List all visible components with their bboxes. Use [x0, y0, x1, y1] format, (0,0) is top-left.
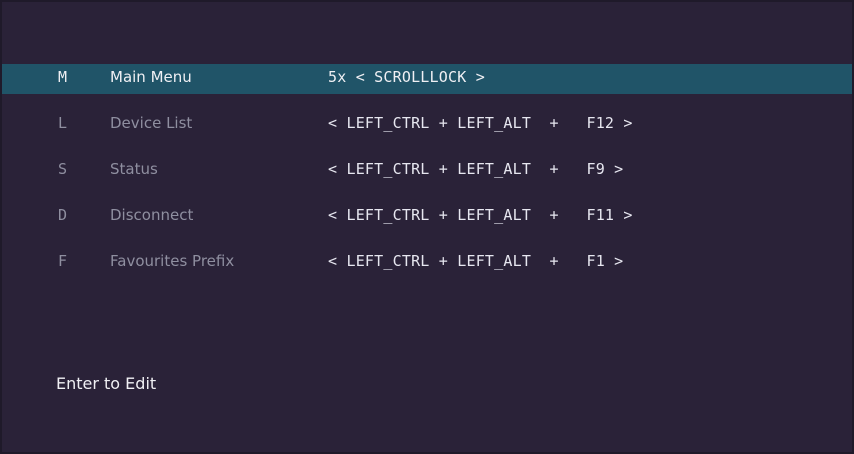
menu-item-label: Status — [110, 160, 158, 178]
menu-item-hotkey: < LEFT_CTRL + LEFT_ALT + F9 > — [328, 160, 624, 178]
menu-item-shortcut-key: D — [58, 206, 68, 224]
menu-item-hotkey: < LEFT_CTRL + LEFT_ALT + F1 > — [328, 252, 624, 270]
menu-item-disconnect[interactable]: D Disconnect < LEFT_CTRL + LEFT_ALT + F1… — [2, 202, 852, 232]
menu-item-hotkey: 5x < SCROLLLOCK > — [328, 68, 485, 86]
menu-item-label: Disconnect — [110, 206, 194, 224]
menu-item-label: Favourites Prefix — [110, 252, 235, 270]
menu-item-hotkey: < LEFT_CTRL + LEFT_ALT + F12 > — [328, 114, 633, 132]
menu-item-shortcut-key: L — [58, 114, 68, 132]
menu-item-shortcut-key: M — [58, 68, 68, 86]
hotkey-menu: M Main Menu 5x < SCROLLLOCK > L Device L… — [2, 64, 852, 294]
menu-item-shortcut-key: S — [58, 160, 68, 178]
osd-screen: M Main Menu 5x < SCROLLLOCK > L Device L… — [0, 0, 854, 454]
menu-item-favourites-prefix[interactable]: F Favourites Prefix < LEFT_CTRL + LEFT_A… — [2, 248, 852, 278]
edit-hint: Enter to Edit — [56, 374, 157, 393]
menu-item-hotkey: < LEFT_CTRL + LEFT_ALT + F11 > — [328, 206, 633, 224]
menu-item-status[interactable]: S Status < LEFT_CTRL + LEFT_ALT + F9 > — [2, 156, 852, 186]
menu-item-label: Main Menu — [110, 68, 192, 86]
menu-item-label: Device List — [110, 114, 193, 132]
menu-item-main-menu[interactable]: M Main Menu 5x < SCROLLLOCK > — [2, 64, 852, 94]
menu-item-device-list[interactable]: L Device List < LEFT_CTRL + LEFT_ALT + F… — [2, 110, 852, 140]
menu-item-shortcut-key: F — [58, 252, 68, 270]
